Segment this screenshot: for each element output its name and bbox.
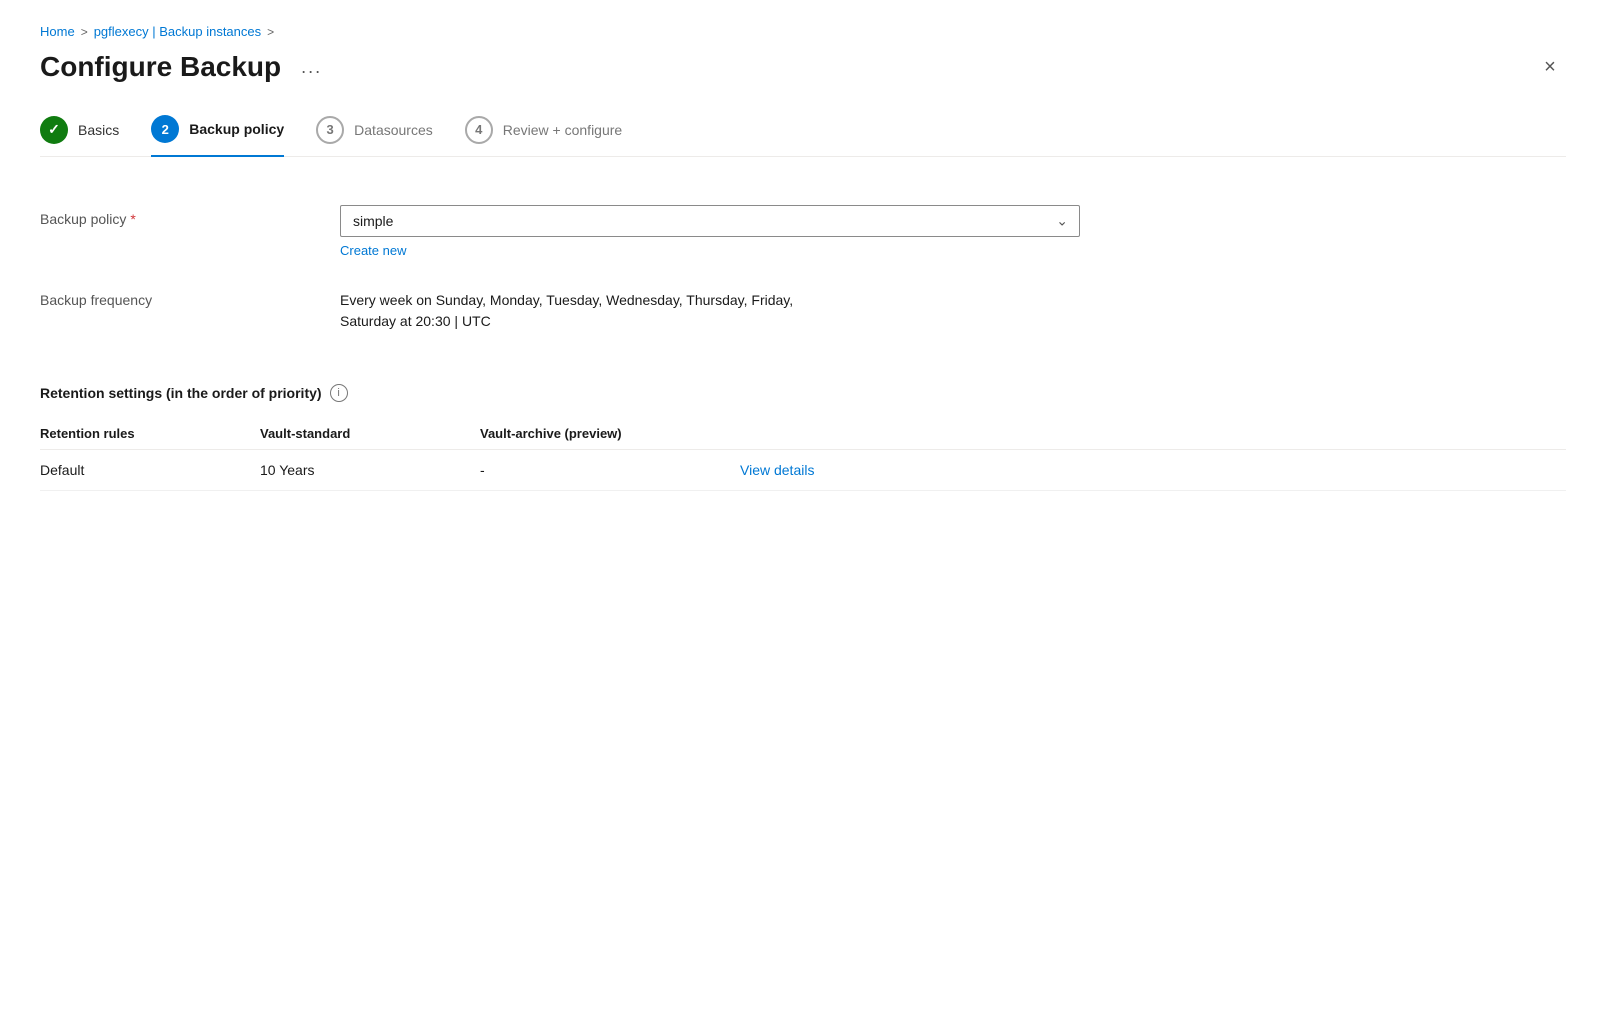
retention-heading: Retention settings (in the order of prio… bbox=[40, 385, 322, 401]
page-header: Configure Backup ... × bbox=[40, 51, 1566, 83]
steps-row: ✓ Basics 2 Backup policy 3 Datasources 4… bbox=[40, 115, 1566, 157]
breadcrumb: Home > pgflexecy | Backup instances > bbox=[40, 24, 1566, 39]
backup-policy-select[interactable]: simple default custom bbox=[340, 205, 1080, 237]
step-datasources-circle: 3 bbox=[316, 116, 344, 144]
backup-policy-control: simple default custom ⌄ Create new bbox=[340, 205, 1080, 258]
col-header-vault-std: Vault-standard bbox=[260, 418, 480, 450]
step-basics[interactable]: ✓ Basics bbox=[40, 116, 119, 156]
step-review-number: 4 bbox=[475, 122, 482, 137]
breadcrumb-parent[interactable]: pgflexecy | Backup instances bbox=[94, 24, 261, 39]
close-button[interactable]: × bbox=[1534, 51, 1566, 83]
retention-table-header-row: Retention rules Vault-standard Vault-arc… bbox=[40, 418, 1566, 450]
step-review-configure[interactable]: 4 Review + configure bbox=[465, 116, 622, 156]
col-header-vault-arc: Vault-archive (preview) bbox=[480, 418, 740, 450]
step-basics-label: Basics bbox=[78, 122, 119, 138]
breadcrumb-sep2: > bbox=[267, 25, 274, 39]
backup-policy-dropdown-wrapper: simple default custom ⌄ bbox=[340, 205, 1080, 237]
step-backup-policy-label: Backup policy bbox=[189, 121, 284, 137]
page-container: Home > pgflexecy | Backup instances > Co… bbox=[0, 0, 1606, 531]
page-title: Configure Backup bbox=[40, 51, 281, 83]
frequency-text: Every week on Sunday, Monday, Tuesday, W… bbox=[340, 286, 1080, 332]
retention-vault-archive: - bbox=[480, 450, 740, 491]
step-backup-policy-circle: 2 bbox=[151, 115, 179, 143]
step-review-label: Review + configure bbox=[503, 122, 622, 138]
retention-table: Retention rules Vault-standard Vault-arc… bbox=[40, 418, 1566, 491]
backup-frequency-value: Every week on Sunday, Monday, Tuesday, W… bbox=[340, 286, 1080, 332]
breadcrumb-sep1: > bbox=[81, 25, 88, 39]
backup-frequency-label: Backup frequency bbox=[40, 286, 340, 308]
backup-policy-label: Backup policy * bbox=[40, 205, 340, 227]
backup-policy-row: Backup policy * simple default custom ⌄ … bbox=[40, 205, 1566, 258]
step-datasources-number: 3 bbox=[327, 122, 334, 137]
info-icon[interactable]: i bbox=[330, 384, 348, 402]
backup-frequency-row: Backup frequency Every week on Sunday, M… bbox=[40, 286, 1566, 332]
form-section: Backup policy * simple default custom ⌄ … bbox=[40, 197, 1566, 368]
ellipsis-button[interactable]: ... bbox=[293, 53, 330, 82]
check-icon: ✓ bbox=[48, 121, 60, 138]
col-header-actions bbox=[740, 418, 1566, 450]
table-row: Default 10 Years - View details bbox=[40, 450, 1566, 491]
retention-section: Retention settings (in the order of prio… bbox=[40, 384, 1566, 491]
step-review-circle: 4 bbox=[465, 116, 493, 144]
retention-heading-row: Retention settings (in the order of prio… bbox=[40, 384, 1566, 402]
title-group: Configure Backup ... bbox=[40, 51, 330, 83]
step-datasources-label: Datasources bbox=[354, 122, 433, 138]
breadcrumb-home[interactable]: Home bbox=[40, 24, 75, 39]
create-new-link[interactable]: Create new bbox=[340, 243, 406, 258]
retention-rule-name: Default bbox=[40, 450, 260, 491]
view-details-link[interactable]: View details bbox=[740, 462, 814, 478]
step-datasources[interactable]: 3 Datasources bbox=[316, 116, 433, 156]
col-header-rules: Retention rules bbox=[40, 418, 260, 450]
step-backup-policy[interactable]: 2 Backup policy bbox=[151, 115, 284, 157]
step-backup-policy-number: 2 bbox=[162, 122, 169, 137]
required-star: * bbox=[130, 211, 135, 227]
retention-vault-standard: 10 Years bbox=[260, 450, 480, 491]
retention-action-cell: View details bbox=[740, 450, 1566, 491]
step-basics-circle: ✓ bbox=[40, 116, 68, 144]
